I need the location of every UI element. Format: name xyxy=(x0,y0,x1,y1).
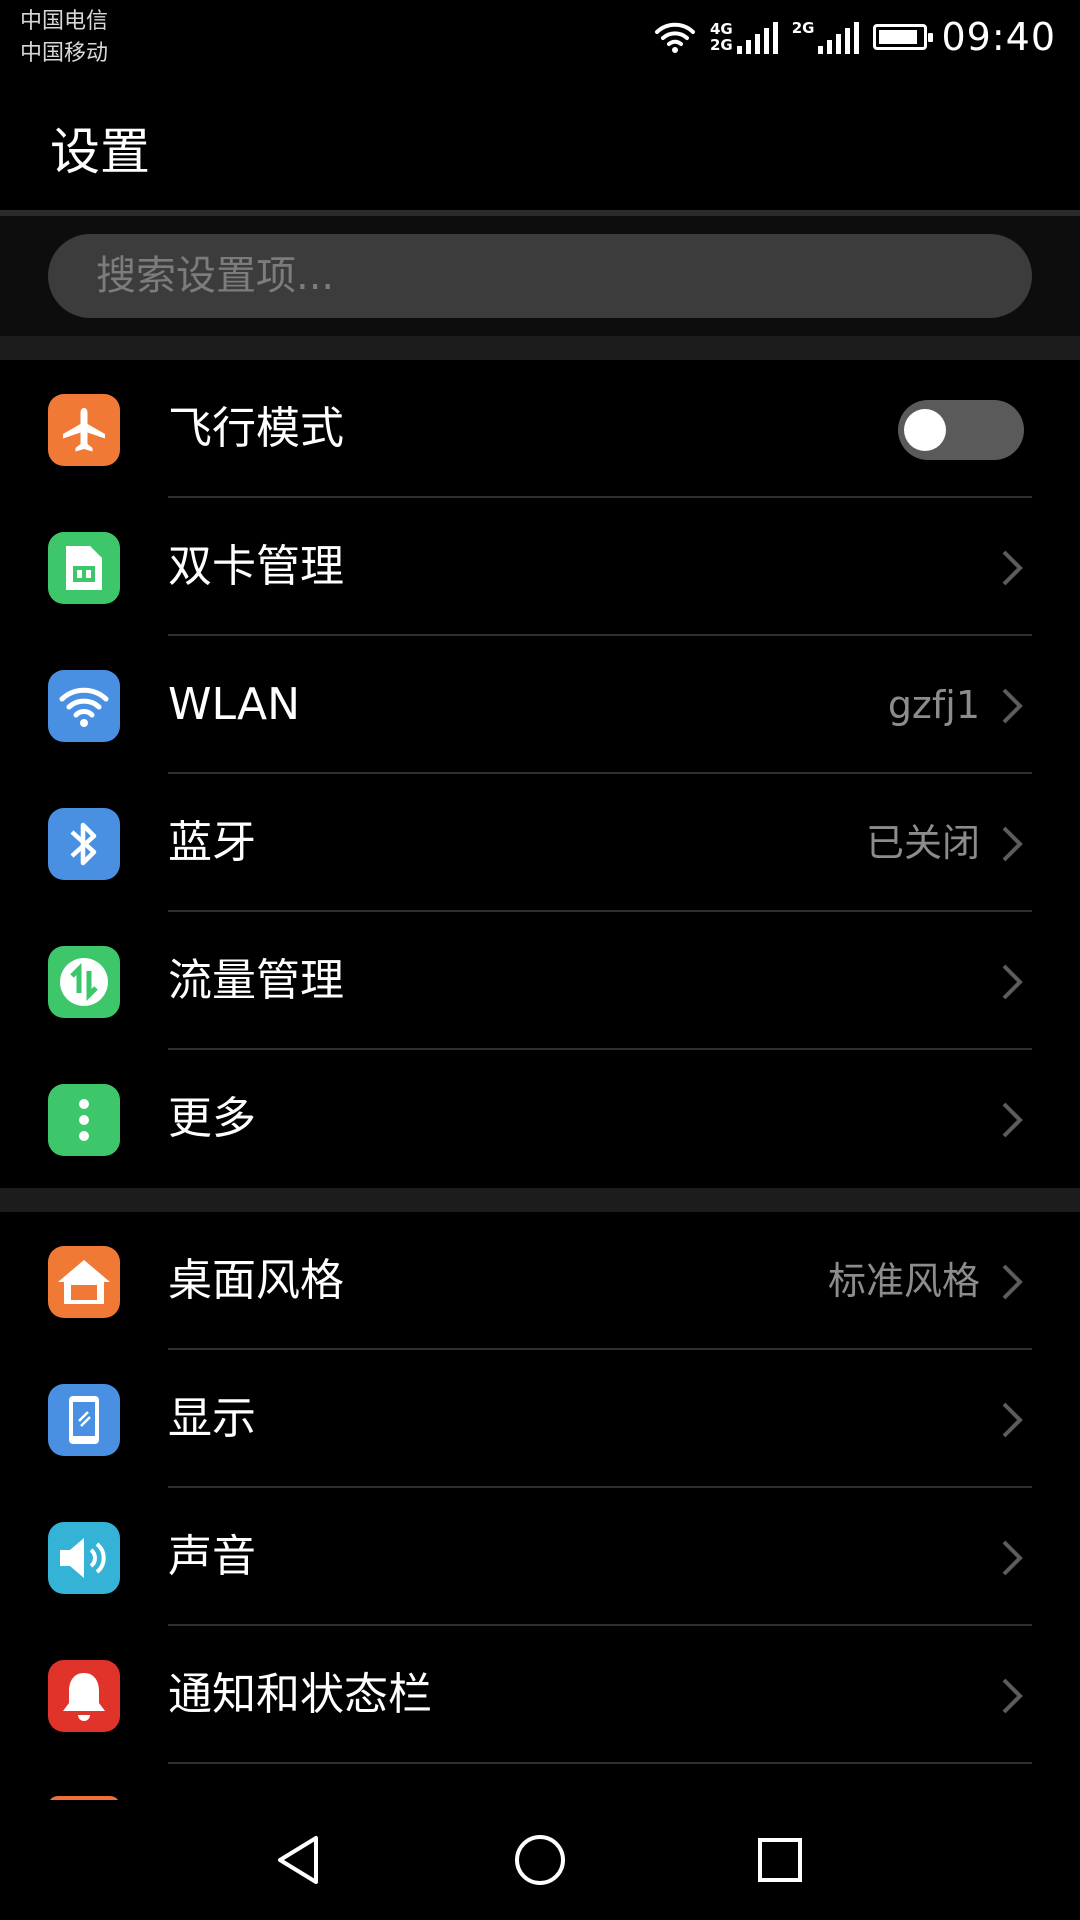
divider xyxy=(168,1762,1032,1764)
chevron-right-icon xyxy=(1002,826,1023,862)
airplane-icon xyxy=(48,394,120,466)
setting-label: 显示 xyxy=(168,1393,256,1444)
display-icon xyxy=(48,1384,120,1456)
bell-icon xyxy=(48,1660,120,1732)
signal-1: 4G 2G xyxy=(710,20,778,54)
chevron-right-icon xyxy=(1002,1264,1023,1300)
carrier-1: 中国电信 xyxy=(20,9,109,34)
section-gap xyxy=(0,1188,1080,1212)
carrier-info: 中国电信 中国移动 xyxy=(20,6,108,70)
recents-square-icon[interactable] xyxy=(750,1830,810,1890)
home-icon xyxy=(48,1246,120,1318)
net-type-2: 2G xyxy=(791,19,815,37)
bluetooth-icon xyxy=(48,808,120,880)
setting-notifications[interactable]: 通知和状态栏 xyxy=(0,1626,1080,1764)
chevron-right-icon xyxy=(1002,1402,1023,1438)
setting-label: 桌面风格 xyxy=(168,1255,344,1306)
chevron-right-icon xyxy=(1002,1102,1023,1138)
status-bar: 中国电信 中国移动 4G 2G 2G 09:40 xyxy=(0,0,1080,80)
search-section xyxy=(0,216,1080,336)
search-input[interactable] xyxy=(48,234,1032,318)
battery-icon xyxy=(873,24,934,50)
data-usage-icon xyxy=(48,946,120,1018)
setting-label: 双卡管理 xyxy=(168,541,344,592)
navigation-bar xyxy=(0,1800,1080,1920)
chevron-right-icon xyxy=(1002,1678,1023,1714)
setting-label: 蓝牙 xyxy=(168,817,256,868)
toggle-knob xyxy=(904,409,946,451)
chevron-right-icon xyxy=(1002,1540,1023,1576)
clock: 09:40 xyxy=(941,15,1056,59)
net-type-1a: 4G xyxy=(709,20,733,38)
setting-dual-sim[interactable]: 双卡管理 xyxy=(0,498,1080,636)
back-icon[interactable] xyxy=(270,1830,330,1890)
setting-data-usage[interactable]: 流量管理 xyxy=(0,912,1080,1050)
setting-label: WLAN xyxy=(168,679,301,730)
signal-bars-icon xyxy=(736,20,778,54)
setting-value: 已关闭 xyxy=(865,821,980,865)
chevron-right-icon xyxy=(1002,550,1023,586)
setting-value: 标准风格 xyxy=(827,1259,980,1303)
signal-2: 2G xyxy=(792,20,860,54)
more-dots-icon xyxy=(48,1084,120,1156)
chevron-right-icon xyxy=(1002,688,1023,724)
setting-airplane-mode[interactable]: 飞行模式 xyxy=(0,360,1080,498)
setting-label: 更多 xyxy=(168,1093,256,1144)
airplane-mode-toggle[interactable] xyxy=(898,400,1024,460)
page-title: 设置 xyxy=(50,123,150,181)
setting-wlan[interactable]: WLAN gzfj1 xyxy=(0,636,1080,774)
wifi-status-icon xyxy=(654,22,695,53)
status-icons: 4G 2G 2G 09:40 xyxy=(654,12,1056,62)
settings-group-network: 飞行模式 双卡管理 WLAN gzfj1 蓝牙 已关闭 流量管理 更多 xyxy=(0,360,1080,1188)
setting-sound[interactable]: 声音 xyxy=(0,1488,1080,1626)
setting-more[interactable]: 更多 xyxy=(0,1050,1080,1188)
chevron-right-icon xyxy=(1002,964,1023,1000)
carrier-2: 中国移动 xyxy=(20,41,109,66)
settings-group-device: 桌面风格 标准风格 显示 声音 通知和状态栏 xyxy=(0,1212,1080,1764)
sim-card-icon xyxy=(48,532,120,604)
signal-bars-icon xyxy=(818,20,860,54)
setting-label: 通知和状态栏 xyxy=(168,1669,432,1720)
setting-home-style[interactable]: 桌面风格 标准风格 xyxy=(0,1212,1080,1350)
setting-label: 流量管理 xyxy=(168,955,344,1006)
speaker-icon xyxy=(48,1522,120,1594)
wifi-icon xyxy=(48,670,120,742)
setting-display[interactable]: 显示 xyxy=(0,1350,1080,1488)
setting-label: 飞行模式 xyxy=(168,403,344,454)
setting-value: gzfj1 xyxy=(887,683,980,727)
home-circle-icon[interactable] xyxy=(510,1830,570,1890)
section-gap xyxy=(0,336,1080,360)
setting-bluetooth[interactable]: 蓝牙 已关闭 xyxy=(0,774,1080,912)
net-type-1b: 2G xyxy=(709,36,733,54)
setting-label: 声音 xyxy=(168,1531,256,1582)
